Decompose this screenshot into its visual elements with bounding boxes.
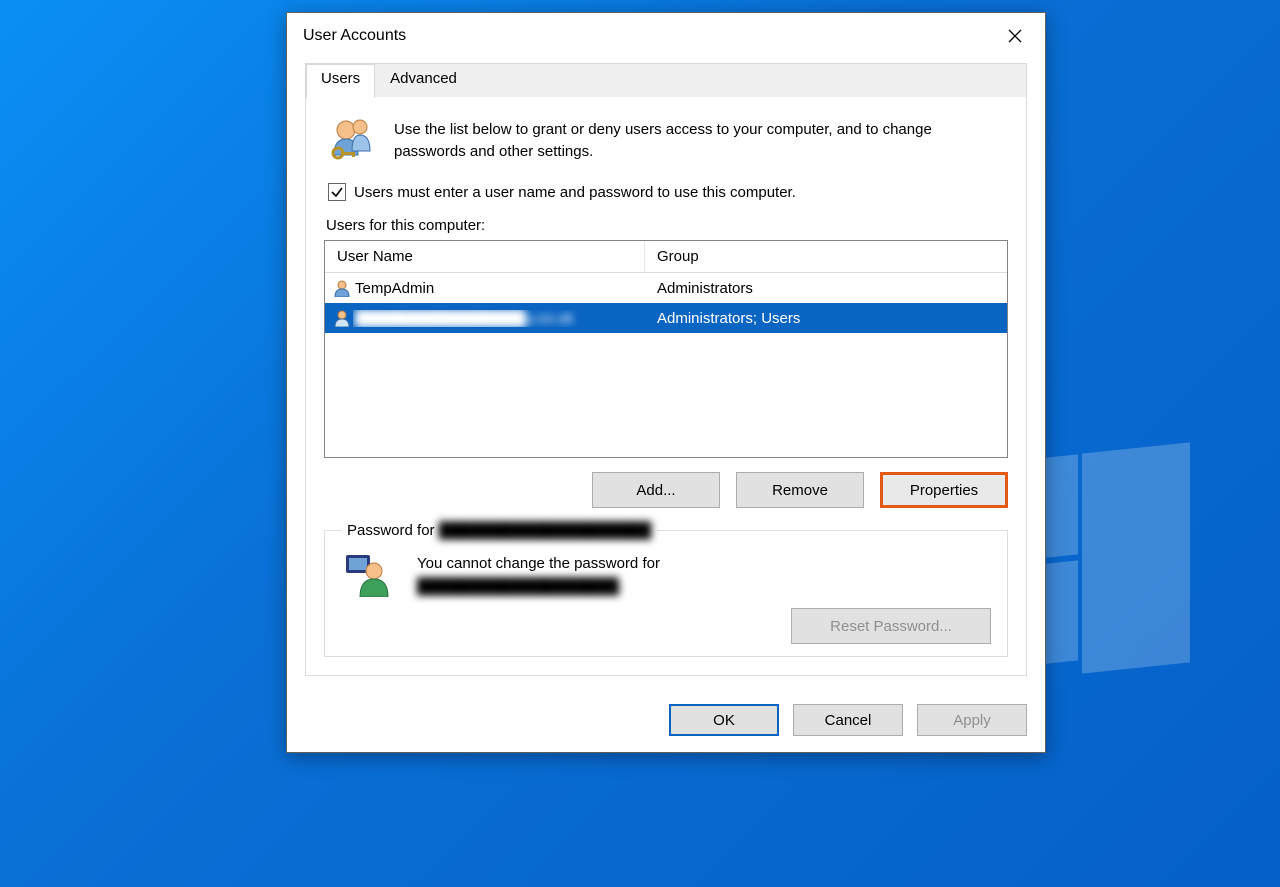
tab-advanced[interactable]: Advanced [375, 64, 472, 97]
tabpanel-users: Use the list below to grant or deny user… [305, 97, 1027, 676]
users-list[interactable]: User Name Group TempAdmin Administrators [324, 240, 1008, 458]
require-password-checkbox-row[interactable]: Users must enter a user name and passwor… [328, 183, 1008, 201]
tab-users[interactable]: Users [306, 64, 375, 98]
user-icon [325, 279, 353, 297]
intro-text: Use the list below to grant or deny user… [394, 119, 1004, 163]
button-label: Reset Password... [830, 618, 952, 635]
cell-group: Administrators [645, 280, 1007, 297]
apply-button: Apply [917, 704, 1027, 736]
button-label: OK [713, 712, 735, 729]
button-label: Remove [772, 482, 828, 499]
button-label: Apply [953, 712, 991, 729]
checkmark-icon [330, 185, 344, 199]
column-header-group[interactable]: Group [645, 241, 1007, 272]
password-group-legend: Password for ████████████████████ [341, 522, 657, 539]
tab-label: Users [321, 70, 360, 87]
password-message: You cannot change the password for █████… [417, 553, 660, 598]
add-button[interactable]: Add... [592, 472, 720, 508]
properties-button[interactable]: Properties [880, 472, 1008, 508]
list-item[interactable]: ████████████████p.co.uk Administrators; … [325, 303, 1007, 333]
tab-label: Advanced [390, 70, 457, 87]
cell-group: Administrators; Users [645, 310, 1007, 327]
button-label: Add... [636, 482, 675, 499]
column-header-user[interactable]: User Name [325, 241, 645, 272]
remove-button[interactable]: Remove [736, 472, 864, 508]
user-icon [325, 309, 353, 327]
users-list-caption: Users for this computer: [326, 217, 1008, 234]
users-list-header[interactable]: User Name Group [325, 241, 1007, 273]
cell-user: ████████████████p.co.uk [353, 310, 645, 327]
titlebar[interactable]: User Accounts [287, 13, 1045, 59]
user-with-monitor-icon [341, 553, 397, 597]
intro-row: Use the list below to grant or deny user… [324, 113, 1008, 175]
reset-password-button: Reset Password... [791, 608, 991, 644]
close-button[interactable] [993, 19, 1037, 53]
cancel-button[interactable]: Cancel [793, 704, 903, 736]
tabstrip: Users Advanced [305, 63, 1027, 97]
list-item[interactable]: TempAdmin Administrators [325, 273, 1007, 303]
ok-button[interactable]: OK [669, 704, 779, 736]
button-label: Cancel [825, 712, 872, 729]
cell-user: TempAdmin [353, 280, 645, 297]
dialog-button-row: OK Cancel Apply [287, 690, 1045, 752]
user-accounts-icon [328, 117, 376, 163]
button-label: Properties [910, 482, 978, 499]
require-password-checkbox[interactable] [328, 183, 346, 201]
require-password-label: Users must enter a user name and passwor… [354, 184, 796, 201]
close-icon [1008, 29, 1022, 43]
password-group: Password for ████████████████████ You ca… [324, 522, 1008, 657]
user-accounts-window: User Accounts Users Advanced [286, 12, 1046, 753]
user-action-buttons: Add... Remove Properties [324, 458, 1008, 522]
window-title: User Accounts [303, 27, 406, 45]
